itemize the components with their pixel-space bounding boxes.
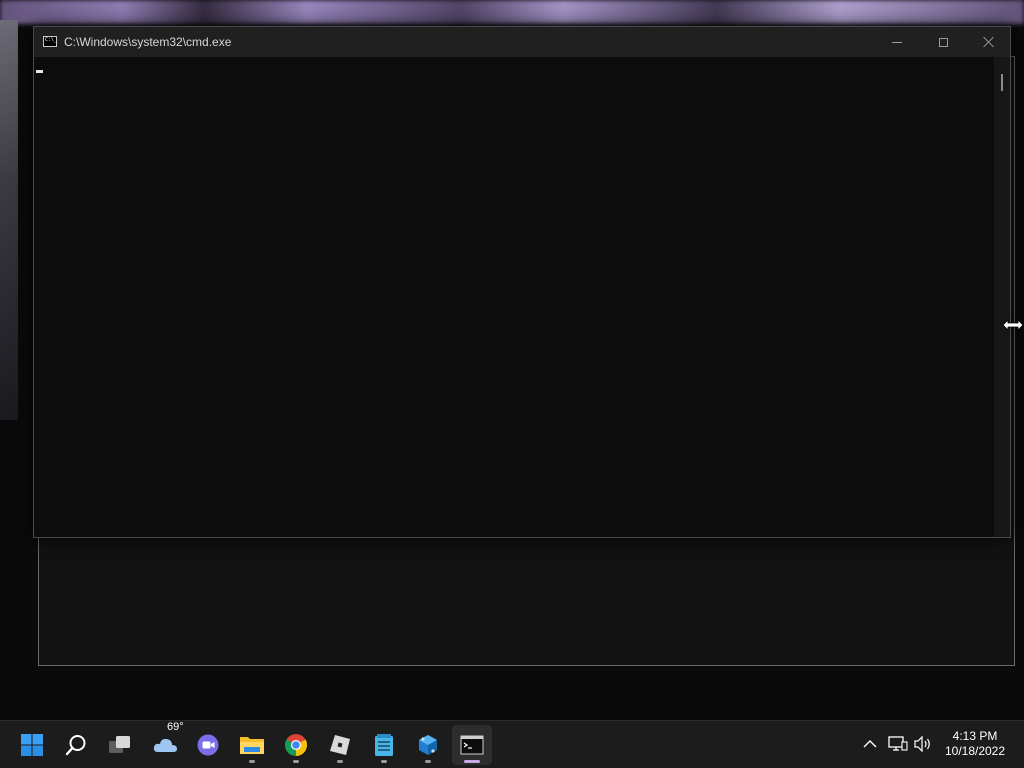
- text-cursor: [36, 70, 43, 73]
- close-icon: [983, 36, 995, 48]
- weather-widget[interactable]: 69°: [146, 721, 186, 765]
- running-indicator: [293, 760, 299, 763]
- minimize-icon: [892, 41, 902, 43]
- title-bar[interactable]: C:\Windows\system32\cmd.exe: [34, 27, 1010, 57]
- cmd-button[interactable]: [452, 725, 492, 765]
- maximize-button[interactable]: [920, 27, 966, 57]
- running-indicator: [249, 760, 255, 763]
- maximize-icon: [938, 37, 948, 47]
- show-hidden-icons-button[interactable]: [859, 733, 881, 755]
- resize-cursor-icon: [1002, 319, 1024, 331]
- cube-app-icon: [419, 735, 437, 755]
- clock-date: 10/18/2022: [944, 744, 1006, 758]
- folder-icon: [240, 737, 264, 754]
- close-button[interactable]: [966, 27, 1012, 57]
- file-explorer-button[interactable]: [232, 725, 272, 765]
- chrome-button[interactable]: [276, 725, 316, 765]
- scroll-thumb[interactable]: [1001, 74, 1003, 91]
- chrome-icon: [285, 734, 307, 756]
- running-indicator: [381, 760, 387, 763]
- wallpaper: [0, 0, 1024, 24]
- cmd-app-icon: [43, 36, 57, 47]
- window-title: C:\Windows\system32\cmd.exe: [64, 35, 232, 49]
- notepad-button[interactable]: [364, 725, 404, 765]
- video-chat-icon: [197, 734, 219, 756]
- network-icon: [888, 736, 908, 751]
- search-icon: [65, 735, 86, 756]
- cmd-window[interactable]: C:\Windows\system32\cmd.exe: [33, 26, 1011, 538]
- console-output[interactable]: [34, 57, 994, 537]
- roblox-button[interactable]: [320, 725, 360, 765]
- search-button[interactable]: [56, 725, 96, 765]
- taskbar: 69°: [0, 720, 1024, 768]
- chevron-up-icon: [863, 740, 877, 748]
- start-button[interactable]: [12, 725, 52, 765]
- clock[interactable]: 4:13 PM 10/18/2022: [940, 729, 1010, 759]
- weather-temperature: 69°: [167, 721, 184, 733]
- active-indicator: [464, 760, 480, 763]
- desktop-icon-strip: [0, 20, 18, 420]
- clock-time: 4:13 PM: [952, 729, 998, 743]
- task-view-icon: [109, 736, 130, 753]
- teams-chat-button[interactable]: [188, 725, 228, 765]
- minimize-button[interactable]: [874, 27, 920, 57]
- vertical-scrollbar[interactable]: [994, 57, 1010, 537]
- volume-icon: [914, 735, 930, 753]
- task-view-button[interactable]: [100, 725, 140, 765]
- notepad-icon: [375, 734, 393, 756]
- network-button[interactable]: [887, 733, 909, 755]
- running-indicator: [425, 760, 431, 763]
- desktop: C:\Windows\system32\cmd.exe: [0, 0, 1024, 768]
- app-button[interactable]: [408, 725, 448, 765]
- running-indicator: [337, 760, 343, 763]
- windows-logo-icon: [21, 734, 43, 756]
- cloud-icon: [153, 738, 177, 752]
- command-prompt-icon: [460, 735, 484, 755]
- roblox-icon: [330, 735, 350, 755]
- volume-button[interactable]: [912, 733, 934, 755]
